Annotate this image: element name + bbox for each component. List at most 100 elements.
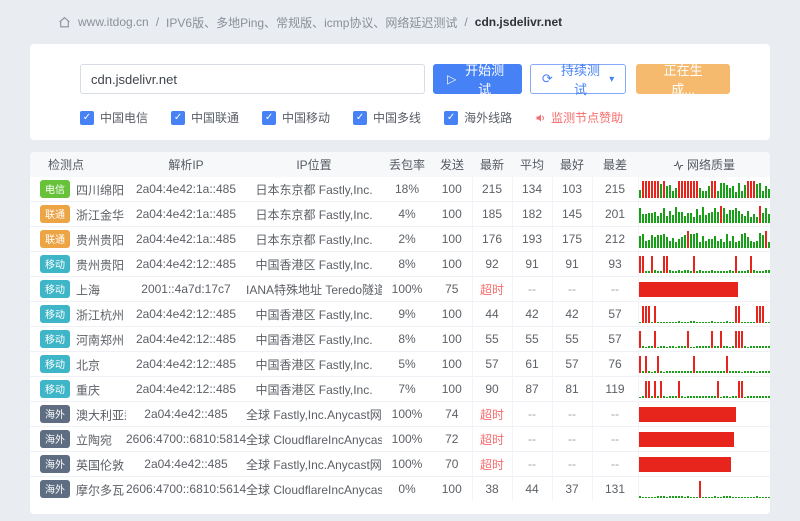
cell-probe: 移动河南郑州: [30, 327, 126, 352]
cell-network-quality: [638, 402, 770, 427]
cell-best: 145: [552, 202, 592, 227]
cell-resolved-ip: 2606:4700::6810:5614: [126, 477, 246, 502]
probe-location: 浙江杭州: [76, 308, 124, 322]
table-row: 移动重庆2a04:4e42:12::485中国香港区 Fastly,Inc.7%…: [30, 377, 770, 402]
cell-probe: 移动重庆: [30, 377, 126, 402]
start-test-button[interactable]: ▷ 开始测试: [433, 64, 522, 94]
cell-sent: 74: [432, 402, 472, 427]
filter-checkbox-group: ✓中国电信✓中国联通✓中国移动✓中国多线✓海外线路: [80, 109, 535, 126]
probe-location: 澳大利亚悉尼: [76, 408, 126, 422]
cell-sent: 100: [432, 302, 472, 327]
cell-ip-location: 日本东京都 Fastly,Inc.: [246, 177, 382, 202]
cell-best: --: [552, 427, 592, 452]
cell-latest: 55: [472, 327, 512, 352]
cell-worst: 57: [592, 327, 638, 352]
cell-ip-location: 日本东京都 Fastly,Inc.: [246, 202, 382, 227]
cell-resolved-ip: 2a04:4e42::485: [126, 452, 246, 477]
network-quality-sparkline: [639, 455, 771, 473]
breadcrumb-separator: /: [156, 15, 159, 29]
col-header-7: 最好: [552, 152, 592, 177]
network-quality-sparkline: [639, 405, 771, 423]
cell-loss-rate: 2%: [382, 227, 432, 252]
cell-network-quality: [638, 327, 770, 352]
cell-worst: --: [592, 452, 638, 477]
cell-network-quality: [638, 302, 770, 327]
results-table-card: 检测点解析IPIP位置丢包率发送最新平均最好最差网络质量 电信四川绵阳2a04:…: [30, 152, 770, 514]
cell-best: 81: [552, 377, 592, 402]
network-quality-sparkline: [639, 255, 771, 273]
col-header-6: 平均: [512, 152, 552, 177]
cell-latest: 38: [472, 477, 512, 502]
cell-sent: 100: [432, 377, 472, 402]
probe-location: 四川绵阳: [76, 183, 124, 197]
test-panel: ▷ 开始测试 ⟳ 持续测试 ▾ 正在生成... ✓中国电信✓中国联通✓中国移动✓…: [30, 44, 770, 140]
host-input[interactable]: [80, 64, 425, 94]
cell-ip-location: 全球 Fastly,Inc.Anycast网段: [246, 402, 382, 427]
cell-resolved-ip: 2001::4a7d:17c7: [126, 277, 246, 302]
breadcrumb-home-link[interactable]: www.itdog.cn: [78, 15, 149, 29]
cell-latest: 176: [472, 227, 512, 252]
network-quality-sparkline: [639, 205, 771, 223]
filter-label: 中国联通: [191, 109, 239, 126]
cell-network-quality: [638, 177, 770, 202]
cell-worst: 76: [592, 352, 638, 377]
table-row: 海外澳大利亚悉尼2a04:4e42::485全球 Fastly,Inc.Anyc…: [30, 402, 770, 427]
cell-avg: 193: [512, 227, 552, 252]
cell-avg: 55: [512, 327, 552, 352]
cell-best: 103: [552, 177, 592, 202]
cell-worst: 131: [592, 477, 638, 502]
filter-checkbox-4[interactable]: ✓海外线路: [444, 109, 512, 126]
sponsor-link[interactable]: 监测节点赞助: [535, 109, 623, 126]
cell-ip-location: 中国香港区 Fastly,Inc.: [246, 252, 382, 277]
table-row: 移动浙江杭州2a04:4e42:12::485中国香港区 Fastly,Inc.…: [30, 302, 770, 327]
cell-probe: 联通贵州贵阳: [30, 227, 126, 252]
start-test-label: 开始测试: [461, 60, 508, 98]
filter-checkbox-1[interactable]: ✓中国联通: [171, 109, 239, 126]
activity-icon: [673, 160, 684, 171]
cell-best: 57: [552, 352, 592, 377]
col-header-0: 检测点: [30, 152, 126, 177]
checkbox-checked-icon: ✓: [262, 111, 276, 125]
filter-label: 中国多线: [373, 109, 421, 126]
carrier-badge: 联通: [40, 230, 70, 248]
network-quality-sparkline: [639, 305, 771, 323]
cell-latest: 超时: [472, 452, 512, 477]
cell-best: 37: [552, 477, 592, 502]
filter-checkbox-3[interactable]: ✓中国多线: [353, 109, 421, 126]
cell-probe: 海外英国伦敦: [30, 452, 126, 477]
cell-loss-rate: 100%: [382, 452, 432, 477]
cell-loss-rate: 7%: [382, 377, 432, 402]
table-row: 移动北京2a04:4e42:12::485中国香港区 Fastly,Inc.5%…: [30, 352, 770, 377]
cell-ip-location: IANA特殊地址 Teredo隧道地址: [246, 277, 382, 302]
cell-probe: 移动贵州贵阳: [30, 252, 126, 277]
cell-probe: 移动北京: [30, 352, 126, 377]
results-table: 检测点解析IPIP位置丢包率发送最新平均最好最差网络质量 电信四川绵阳2a04:…: [30, 152, 770, 501]
table-row: 海外英国伦敦2a04:4e42::485全球 Fastly,Inc.Anycas…: [30, 452, 770, 477]
continuous-test-button[interactable]: ⟳ 持续测试 ▾: [530, 64, 626, 94]
cell-avg: --: [512, 402, 552, 427]
filter-checkbox-0[interactable]: ✓中国电信: [80, 109, 148, 126]
cell-loss-rate: 100%: [382, 402, 432, 427]
cell-ip-location: 日本东京都 Fastly,Inc.: [246, 227, 382, 252]
cell-network-quality: [638, 452, 770, 477]
checkbox-checked-icon: ✓: [444, 111, 458, 125]
generating-button[interactable]: 正在生成...: [636, 64, 730, 94]
table-row: 移动上海2001::4a7d:17c7IANA特殊地址 Teredo隧道地址10…: [30, 277, 770, 302]
cell-best: 55: [552, 327, 592, 352]
filter-checkbox-2[interactable]: ✓中国移动: [262, 109, 330, 126]
probe-location: 贵州贵阳: [76, 258, 124, 272]
breadcrumb-current: cdn.jsdelivr.net: [475, 15, 562, 29]
cell-sent: 100: [432, 352, 472, 377]
table-row: 移动河南郑州2a04:4e42:12::485中国香港区 Fastly,Inc.…: [30, 327, 770, 352]
cell-resolved-ip: 2a04:4e42:1a::485: [126, 202, 246, 227]
cell-probe: 移动上海: [30, 277, 126, 302]
network-quality-sparkline: [639, 355, 771, 373]
cell-avg: 91: [512, 252, 552, 277]
carrier-badge: 海外: [40, 430, 70, 448]
col-header-8: 最差: [592, 152, 638, 177]
cell-worst: 215: [592, 177, 638, 202]
sponsor-label: 监测节点赞助: [551, 109, 623, 126]
cell-resolved-ip: 2a04:4e42:12::485: [126, 377, 246, 402]
cell-avg: 61: [512, 352, 552, 377]
cell-resolved-ip: 2a04:4e42:12::485: [126, 252, 246, 277]
